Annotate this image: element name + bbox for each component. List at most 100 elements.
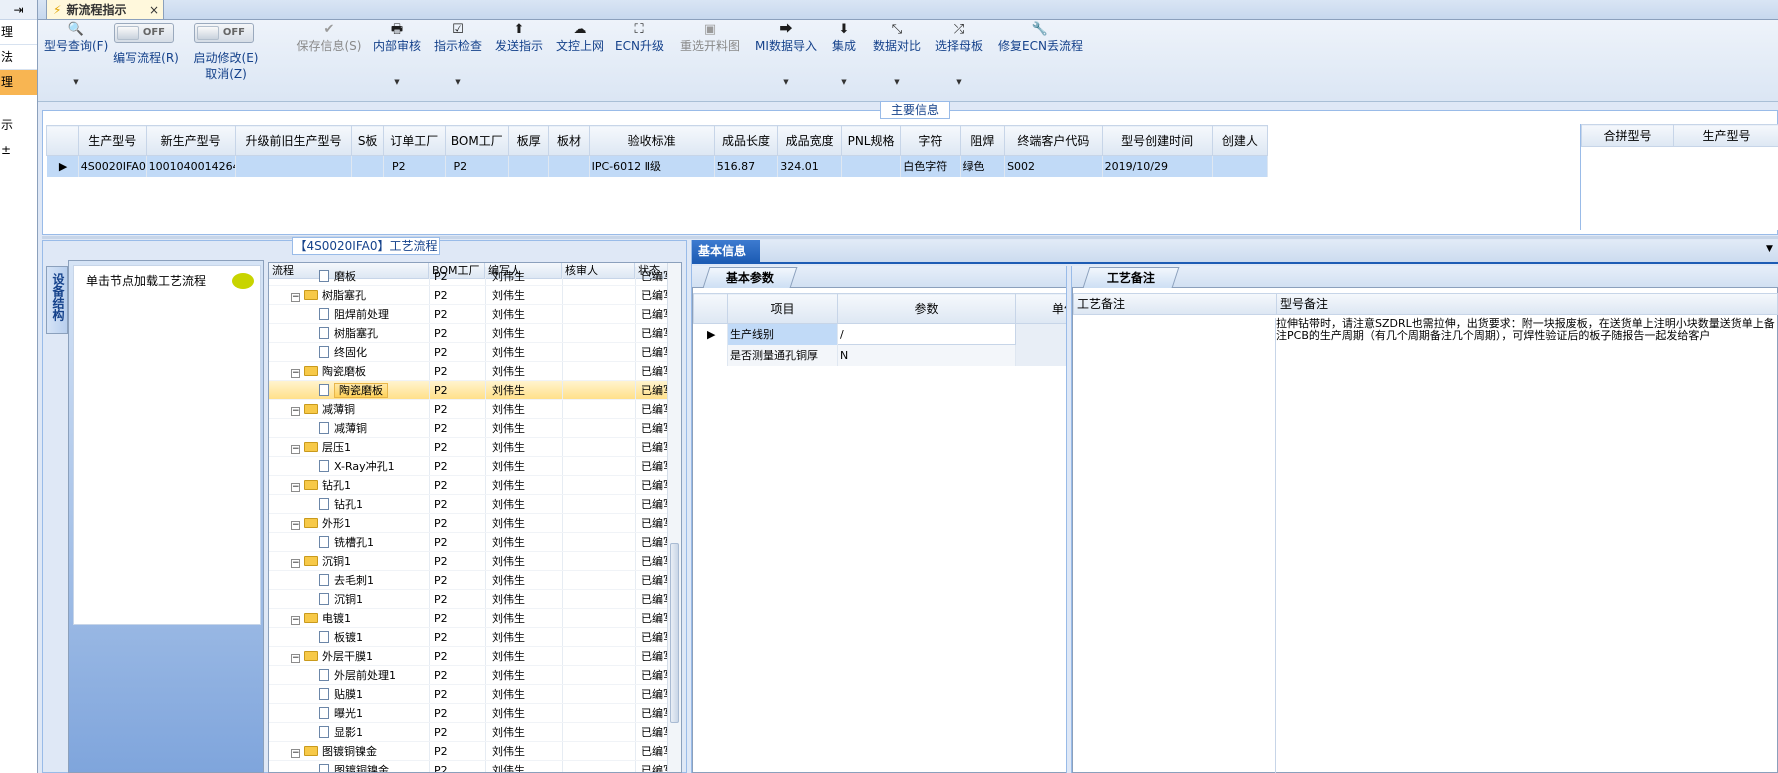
table-row[interactable]: ▶ 生产线别 /	[693, 323, 1068, 345]
flow-tree-row[interactable]: − 陶瓷磨板 P2 刘伟生 已编写	[269, 362, 681, 381]
left-nav-item-active[interactable]: 理	[0, 70, 37, 95]
table-cell[interactable]: P2	[383, 155, 446, 177]
left-nav-item[interactable]: 示	[0, 113, 37, 138]
table-cell[interactable]	[548, 155, 590, 177]
flow-reviewer-cell[interactable]	[562, 609, 635, 627]
flow-writer-cell[interactable]: 刘伟生	[485, 647, 562, 665]
flow-tree-row[interactable]: 减薄铜 P2 刘伟生 已编写	[269, 419, 681, 438]
flow-reviewer-cell[interactable]	[562, 419, 635, 437]
flow-bom-cell[interactable]: P2	[429, 343, 485, 361]
flow-tree-row[interactable]: 图镀铜镍金 P2 刘伟生 已编写	[269, 761, 681, 772]
flow-reviewer-cell[interactable]	[562, 438, 635, 456]
chevron-down-icon[interactable]: ▼	[394, 74, 399, 90]
flow-writer-cell[interactable]: 刘伟生	[485, 723, 562, 741]
flow-tree-row[interactable]: 钻孔1 P2 刘伟生 已编写	[269, 495, 681, 514]
col-header[interactable]: 参数	[837, 293, 1016, 324]
table-cell[interactable]: S002	[1004, 155, 1103, 177]
table-cell[interactable]: 绿色	[960, 155, 1006, 177]
chevron-down-icon[interactable]: ▼	[894, 74, 899, 90]
flow-reviewer-cell[interactable]	[562, 343, 635, 361]
flow-bom-cell[interactable]: P2	[429, 267, 485, 285]
flow-step-name[interactable]: 显影1	[334, 726, 363, 739]
col-header[interactable]: 成品长度	[713, 125, 779, 156]
flow-reviewer-cell[interactable]	[562, 457, 635, 475]
flow-step-name[interactable]: X-Ray冲孔1	[334, 460, 395, 473]
repair-ecn-process-button[interactable]: 🔧 修复ECN丢流程	[998, 22, 1083, 54]
collapse-toggle-icon[interactable]: −	[291, 654, 300, 663]
collapse-toggle-icon[interactable]: −	[291, 616, 300, 625]
param-value-input[interactable]: /	[837, 323, 1016, 345]
reselect-cutting-chart-button[interactable]: ▣ 重选开料图	[678, 22, 742, 54]
flow-writer-cell[interactable]: 刘伟生	[485, 533, 562, 551]
table-cell[interactable]	[841, 155, 902, 177]
flow-writer-cell[interactable]: 刘伟生	[485, 267, 562, 285]
col-header[interactable]: 型号创建时间	[1101, 125, 1213, 156]
tab-process-remark[interactable]: 工艺备注	[1082, 267, 1180, 288]
flow-reviewer-cell[interactable]	[562, 685, 635, 703]
flow-tree-row[interactable]: 终固化 P2 刘伟生 已编写	[269, 343, 681, 362]
chevron-down-icon[interactable]: ▼	[1766, 244, 1773, 254]
flow-tree-row[interactable]: X-Ray冲孔1 P2 刘伟生 已编写	[269, 457, 681, 476]
collapse-toggle-icon[interactable]: −	[291, 483, 300, 492]
flow-step-name[interactable]: 磨板	[334, 270, 356, 283]
flow-bom-cell[interactable]: P2	[429, 552, 485, 570]
flow-bom-cell[interactable]: P2	[429, 723, 485, 741]
table-cell[interactable]	[508, 155, 550, 177]
internal-review-button[interactable]: 🖶 内部审核 ▼	[372, 22, 422, 86]
collapse-toggle-icon[interactable]: −	[291, 407, 300, 416]
flow-step-name[interactable]: 层压1	[322, 441, 351, 454]
table-cell[interactable]: 324.01	[777, 155, 842, 177]
flow-step-name[interactable]: 陶瓷磨板	[322, 365, 366, 378]
flow-reviewer-cell[interactable]	[562, 305, 635, 323]
flow-tree-row[interactable]: − 减薄铜 P2 刘伟生 已编写	[269, 400, 681, 419]
flow-writer-cell[interactable]: 刘伟生	[485, 476, 562, 494]
flow-tree-row[interactable]: − 外形1 P2 刘伟生 已编写	[269, 514, 681, 533]
col-header[interactable]: BOM工厂	[444, 125, 510, 156]
flow-step-name[interactable]: 电镀1	[322, 612, 351, 625]
flow-writer-cell[interactable]: 刘伟生	[485, 343, 562, 361]
flow-writer-cell[interactable]: 刘伟生	[485, 552, 562, 570]
collapse-toggle-icon[interactable]: −	[291, 293, 300, 302]
flow-writer-cell[interactable]: 刘伟生	[485, 704, 562, 722]
flow-reviewer-cell[interactable]	[562, 381, 635, 399]
flow-reviewer-cell[interactable]	[562, 761, 635, 772]
flow-tree-row[interactable]: 板镀1 P2 刘伟生 已编写	[269, 628, 681, 647]
flow-step-name[interactable]: 去毛刺1	[334, 574, 374, 587]
col-header[interactable]: 生产型号	[1673, 124, 1778, 147]
scrollbar-thumb[interactable]	[670, 543, 679, 723]
flow-reviewer-cell[interactable]	[562, 514, 635, 532]
flow-writer-cell[interactable]: 刘伟生	[485, 362, 562, 380]
table-cell[interactable]: 白色字符	[900, 155, 961, 177]
flow-reviewer-cell[interactable]	[562, 533, 635, 551]
flow-bom-cell[interactable]: P2	[429, 476, 485, 494]
flow-bom-cell[interactable]: P2	[429, 362, 485, 380]
flow-reviewer-cell[interactable]	[562, 647, 635, 665]
corner-cell[interactable]	[693, 293, 728, 324]
flow-bom-cell[interactable]: P2	[429, 647, 485, 665]
tab-basic-info[interactable]: 基本信息	[692, 240, 760, 262]
model-query-button[interactable]: 🔍 型号查询(F) ▼	[44, 22, 108, 86]
flow-reviewer-cell[interactable]	[562, 495, 635, 513]
doc-control-publish-button[interactable]: ☁ 文控上网	[555, 22, 605, 54]
flow-step-name[interactable]: 树脂塞孔	[334, 327, 378, 340]
send-instruction-button[interactable]: ⬆ 发送指示	[494, 22, 544, 54]
flow-step-name[interactable]: 钻孔1	[334, 498, 363, 511]
flow-bom-cell[interactable]: P2	[429, 666, 485, 684]
flow-bom-cell[interactable]: P2	[429, 324, 485, 342]
instruction-check-button[interactable]: ☑ 指示检查 ▼	[433, 22, 483, 86]
param-unit[interactable]	[1015, 344, 1068, 366]
flow-reviewer-cell[interactable]	[562, 704, 635, 722]
left-nav-item[interactable]: 理	[0, 20, 37, 45]
flow-tree-row[interactable]: − 沉铜1 P2 刘伟生 已编写	[269, 552, 681, 571]
flow-reviewer-cell[interactable]	[562, 552, 635, 570]
chevron-down-icon[interactable]: ▼	[956, 74, 961, 90]
flow-bom-cell[interactable]: P2	[429, 590, 485, 608]
table-row[interactable]: 是否测量通孔铜厚 N	[693, 344, 1068, 366]
flow-tree-row[interactable]: 沉铜1 P2 刘伟生 已编写	[269, 590, 681, 609]
flow-tree-row[interactable]: 贴膜1 P2 刘伟生 已编写	[269, 685, 681, 704]
col-header[interactable]: 板材	[548, 125, 590, 156]
flow-tree-row[interactable]: 外层前处理1 P2 刘伟生 已编写	[269, 666, 681, 685]
col-header[interactable]: 阻焊	[959, 125, 1006, 156]
collapse-toggle-icon[interactable]: −	[291, 559, 300, 568]
flow-reviewer-cell[interactable]	[562, 476, 635, 494]
